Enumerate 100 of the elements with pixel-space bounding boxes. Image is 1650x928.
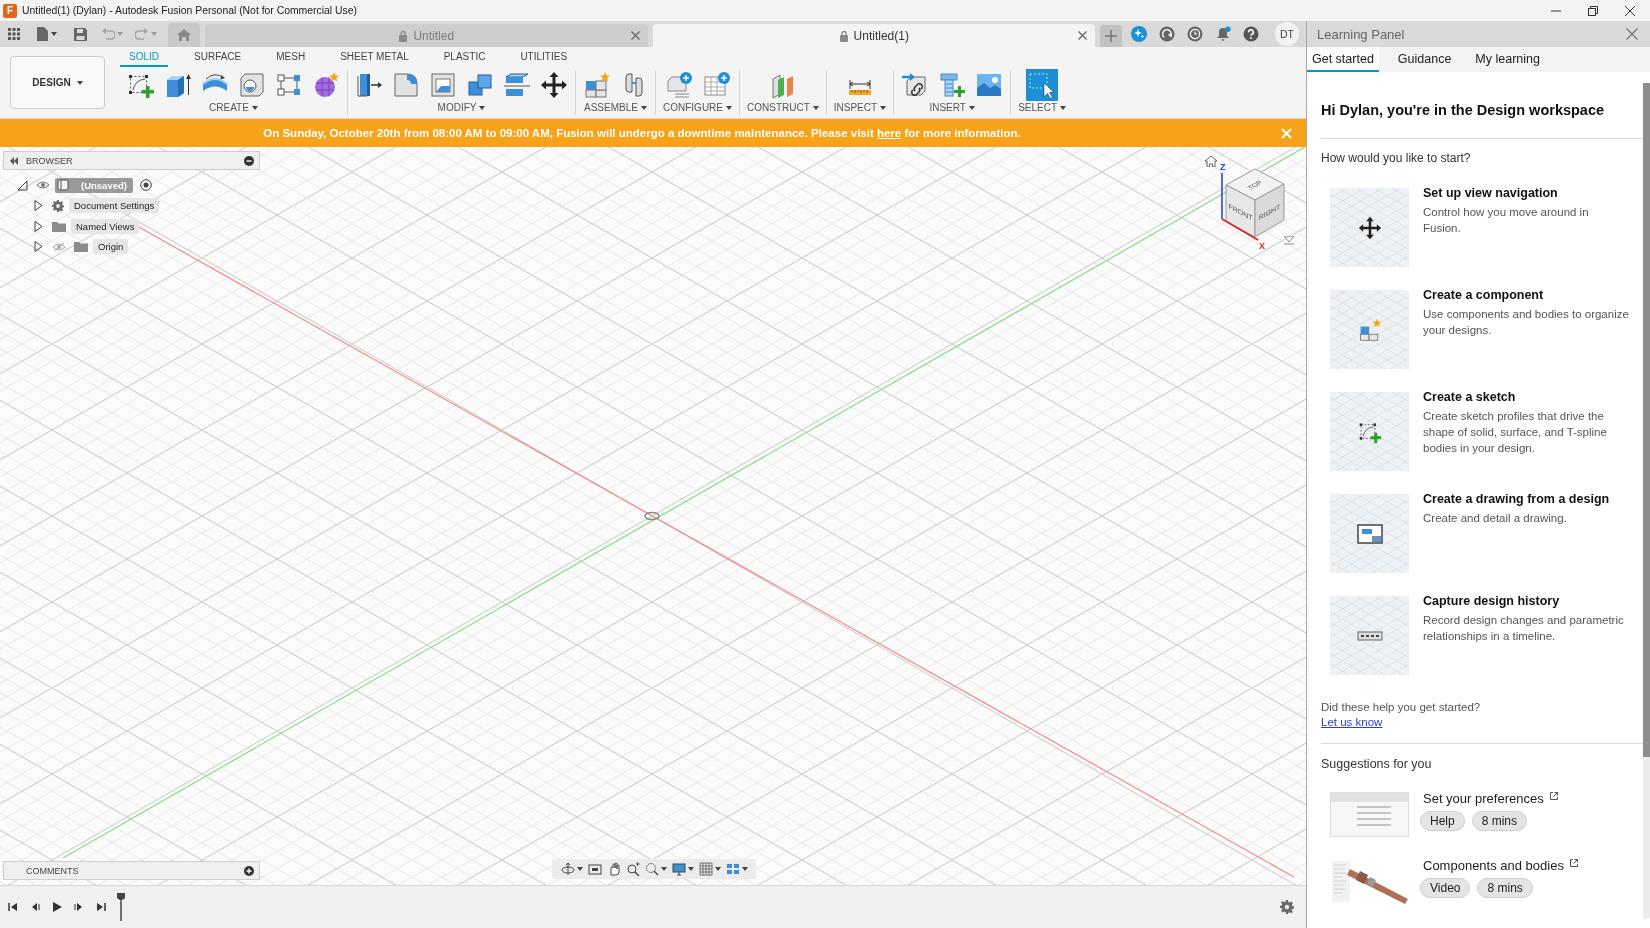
card-title[interactable]: Create a sketch [1423, 389, 1639, 405]
caret-icon [1060, 105, 1067, 110]
lock-icon [838, 29, 849, 42]
sphere-star-icon[interactable] [312, 71, 340, 99]
panel-title: Learning Panel [1317, 26, 1405, 42]
layered-plates-icon[interactable] [503, 71, 531, 99]
account-avatar[interactable]: DT [1275, 22, 1299, 46]
close-icon[interactable] [1078, 31, 1087, 40]
toolbar-tab[interactable]: MESH [267, 47, 315, 67]
suggestion-title[interactable]: Components and bodies [1423, 858, 1564, 874]
tool-group-dropdown[interactable]: CONSTRUCT [747, 102, 819, 113]
card-title[interactable]: Create a drawing from a design [1423, 491, 1639, 507]
feedback-link[interactable]: Let us know [1321, 715, 1383, 729]
cube-plus-icon[interactable] [665, 71, 693, 99]
orbit-icon[interactable] [560, 862, 575, 876]
plus-icon [1105, 30, 1117, 42]
duration-tag: 8 mins [1477, 878, 1533, 898]
help-icon[interactable] [1243, 26, 1259, 42]
eye-icon[interactable] [36, 180, 50, 191]
bell-icon[interactable] [1215, 26, 1231, 42]
panel-tab[interactable]: Get started [1307, 47, 1379, 72]
step-back-icon[interactable] [30, 902, 40, 912]
tool-group-dropdown[interactable]: SELECT [1018, 102, 1067, 113]
clock-icon[interactable] [1187, 26, 1203, 42]
folder-icon [74, 241, 88, 253]
panel-tab[interactable]: Guidance [1392, 47, 1457, 72]
workspace-menu-button[interactable]: DESIGN [10, 56, 105, 109]
viewports-icon[interactable] [725, 862, 740, 876]
home-icon[interactable] [1205, 156, 1217, 167]
pattern-squares-icon[interactable] [275, 71, 303, 99]
restore-icon[interactable] [1588, 5, 1598, 16]
toolbar-tab[interactable]: SURFACE [185, 47, 251, 67]
step-forward-icon[interactable] [74, 902, 84, 912]
caret-icon [714, 867, 721, 871]
suggestion-title[interactable]: Set your preferences [1423, 791, 1544, 807]
save-icon[interactable] [74, 27, 87, 41]
expand-triangle-icon[interactable] [33, 200, 44, 212]
panel-tab[interactable]: My learning [1470, 47, 1545, 72]
file-icon[interactable] [37, 27, 48, 41]
tool-group-dropdown[interactable]: CREATE [209, 102, 258, 113]
box-hole-icon[interactable] [238, 71, 266, 99]
card-title[interactable]: Capture design history [1423, 593, 1639, 609]
table-plus-icon[interactable] [702, 71, 730, 99]
box-push-icon[interactable] [355, 71, 383, 99]
move-arrows-icon[interactable] [540, 71, 568, 99]
cube-star-icon[interactable] [583, 71, 611, 99]
toolbar-tab[interactable]: UTILITIES [511, 47, 577, 67]
tool-group-dropdown[interactable]: INSERT [929, 102, 975, 113]
rounded-corner-icon[interactable] [392, 71, 420, 99]
card-description: Create sketch profiles that drive the shape of solid, surface, and T-spline bodies in your design. [1423, 409, 1608, 456]
collapse-icon[interactable] [10, 156, 18, 165]
axis-label: X [1259, 241, 1265, 251]
expand-triangle-icon[interactable] [33, 241, 44, 253]
grid-icon[interactable] [698, 862, 713, 876]
zoom-icon[interactable] [625, 862, 640, 876]
toolbar-tab[interactable]: SHEET METAL [331, 47, 418, 67]
caret-icon [640, 105, 647, 110]
caret-icon [251, 105, 258, 110]
monitor-icon[interactable] [671, 862, 686, 876]
look-at-icon[interactable] [587, 862, 602, 876]
external-link-icon[interactable] [1548, 791, 1559, 801]
image-icon[interactable] [975, 71, 1004, 99]
card-title[interactable]: Set up view navigation [1423, 185, 1639, 201]
bolt-plus-icon[interactable] [938, 71, 967, 99]
category-tag: Video [1420, 878, 1471, 898]
sparkle-icon[interactable] [1131, 26, 1147, 42]
skip-end-icon[interactable] [96, 902, 106, 912]
tree-item-label[interactable]: Origin [93, 239, 129, 255]
skip-start-icon[interactable] [8, 902, 18, 912]
plus-circle-icon[interactable] [244, 865, 254, 876]
expand-triangle-icon[interactable] [33, 220, 44, 232]
stacked-cubes-icon[interactable] [466, 71, 494, 99]
selection-cursor-icon[interactable] [1026, 69, 1059, 101]
close-icon[interactable] [1625, 5, 1635, 16]
toolbar-tab[interactable]: PLASTIC [434, 47, 495, 67]
document-tab[interactable]: Untitled(1) [652, 24, 1095, 47]
refresh-icon[interactable] [1159, 26, 1175, 42]
box-arrow-icon[interactable] [164, 71, 192, 99]
external-link-icon[interactable] [1568, 858, 1579, 868]
expand-triangle-icon[interactable] [17, 179, 28, 191]
panel-heading: Hi Dylan, you're in the Design workspace [1321, 101, 1606, 120]
scrollbar-track[interactable] [1643, 83, 1650, 918]
zoom-window-icon[interactable] [644, 862, 659, 876]
tool-group-dropdown[interactable]: INSPECT [833, 102, 887, 113]
lock-icon [398, 29, 409, 42]
apps-grid-icon[interactable] [8, 28, 20, 40]
section-prompt: How would you like to start? [1321, 151, 1472, 166]
target-icon[interactable] [139, 179, 152, 192]
tool-group-dropdown[interactable]: ASSEMBLE [584, 102, 647, 113]
scrollbar-thumb[interactable] [1643, 83, 1650, 757]
tool-group-dropdown[interactable]: CONFIGURE [663, 102, 732, 113]
card-title[interactable]: Create a component [1423, 287, 1639, 303]
tool-group-dropdown[interactable]: MODIFY [437, 102, 486, 113]
tree-item-label[interactable]: Document Settings [69, 198, 160, 214]
hollow-box-icon[interactable] [429, 71, 457, 99]
view-menu-icon[interactable] [1284, 236, 1294, 245]
minus-circle-icon[interactable] [244, 155, 254, 166]
playhead-marker-icon[interactable] [116, 893, 126, 921]
play-icon[interactable] [52, 902, 62, 912]
settings-icon[interactable] [1280, 900, 1294, 914]
